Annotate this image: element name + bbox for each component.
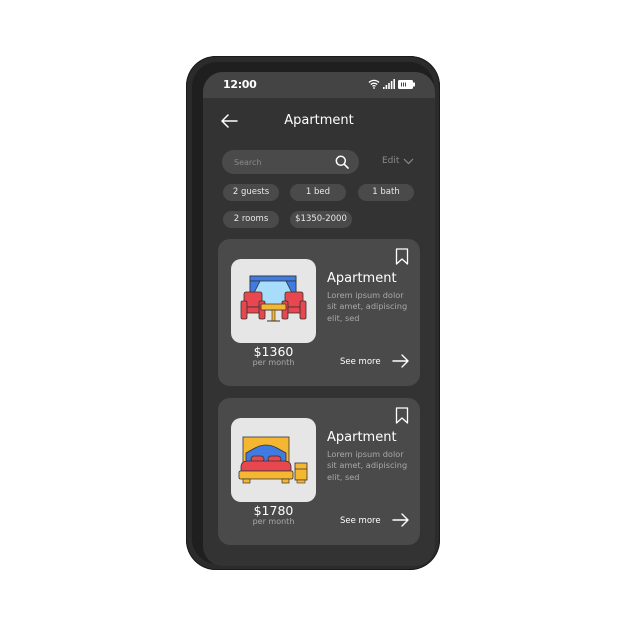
see-more-link[interactable]: See more	[340, 516, 381, 526]
listing-description: Lorem ipsum dolor sit amet, adipiscing e…	[327, 449, 408, 482]
status-icons	[368, 79, 415, 89]
filter-chip-rooms[interactable]: 2 rooms	[223, 211, 279, 228]
bedroom-icon	[238, 436, 308, 484]
search-bar	[222, 150, 359, 174]
wifi-icon	[368, 79, 380, 89]
battery-icon	[398, 79, 415, 89]
bookmark-icon[interactable]	[395, 407, 409, 424]
listing-period: per month	[252, 358, 295, 367]
see-more-link[interactable]: See more	[340, 357, 381, 367]
search-input[interactable]	[234, 154, 329, 170]
chevron-down-icon	[404, 158, 414, 164]
listing-image	[231, 259, 316, 343]
filter-chip-bath[interactable]: 1 bath	[358, 184, 414, 201]
listing-title: Apartment	[327, 430, 397, 445]
listing-title: Apartment	[327, 271, 397, 286]
filter-chip-price[interactable]: $1350-2000	[290, 211, 352, 228]
listing-price: $1780	[253, 503, 294, 518]
edit-label: Edit	[382, 156, 400, 166]
phone-frame: 12:00 Apartment Search Edit 2 guests 1 b…	[186, 56, 440, 570]
phone-bezel: 12:00 Apartment Search Edit 2 guests 1 b…	[192, 62, 435, 566]
listing-card[interactable]: Apartment Lorem ipsum dolor sit amet, ad…	[218, 239, 420, 386]
search-icon[interactable]	[335, 155, 349, 169]
bookmark-icon[interactable]	[395, 248, 409, 265]
app-header: Apartment	[203, 108, 435, 134]
arrow-right-icon[interactable]	[392, 513, 410, 527]
living-room-icon	[240, 275, 307, 322]
filter-chip-bed[interactable]: 1 bed	[290, 184, 346, 201]
page-title: Apartment	[284, 113, 354, 128]
status-time: 12:00	[223, 78, 257, 91]
listing-image	[231, 418, 316, 502]
edit-button[interactable]: Edit	[382, 156, 414, 166]
listing-price: $1360	[253, 344, 294, 359]
arrow-right-icon[interactable]	[392, 354, 410, 368]
filter-chip-guests[interactable]: 2 guests	[223, 184, 279, 201]
signal-icon	[383, 79, 395, 89]
app-screen: 12:00 Apartment Search Edit 2 guests 1 b…	[203, 72, 435, 566]
listing-card[interactable]: Apartment Lorem ipsum dolor sit amet, ad…	[218, 398, 420, 545]
listing-period: per month	[252, 517, 295, 526]
listing-description: Lorem ipsum dolor sit amet, adipiscing e…	[327, 290, 408, 323]
status-bar: 12:00	[203, 72, 435, 98]
